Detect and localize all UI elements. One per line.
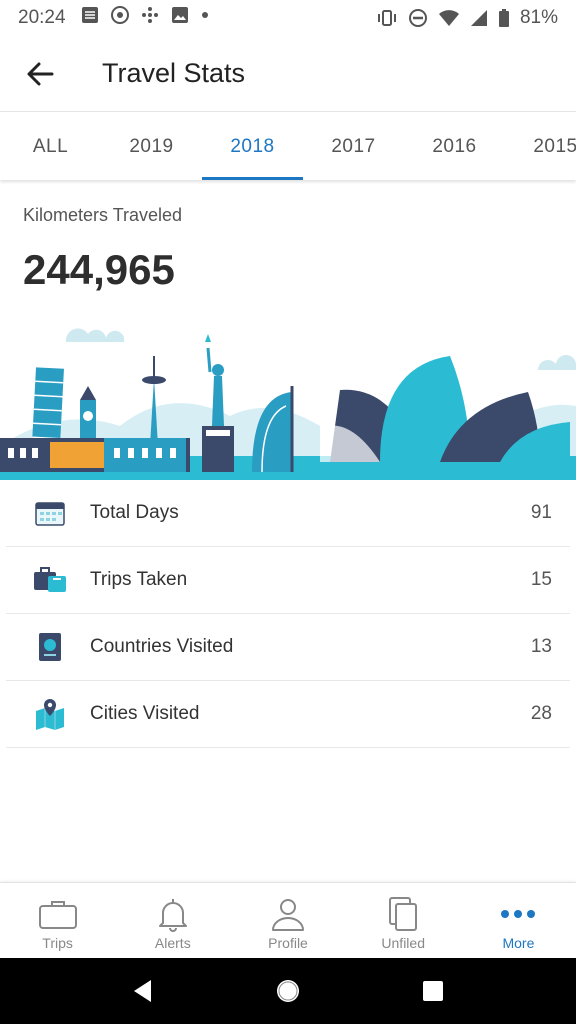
stat-row-trips-taken: Trips Taken 15 xyxy=(6,547,570,614)
tab-2019[interactable]: 2019 xyxy=(101,114,202,180)
bell-icon xyxy=(155,895,191,933)
circle-app-icon xyxy=(110,5,130,31)
system-status-icons: 81% xyxy=(376,7,558,29)
tab-2016[interactable]: 2016 xyxy=(404,114,505,180)
back-button[interactable] xyxy=(0,36,80,112)
circle-home-icon xyxy=(276,980,299,1002)
travel-skyline-illustration xyxy=(0,328,576,480)
wifi-icon xyxy=(438,8,460,28)
nav-item-more[interactable]: More xyxy=(461,883,576,958)
image-notification-icon xyxy=(170,5,190,31)
app-notification-icon xyxy=(80,5,100,31)
more-notifications-dot xyxy=(200,5,210,31)
arrow-left-icon xyxy=(27,62,54,85)
app-bar: Travel Stats xyxy=(0,36,576,112)
nav-label: Alerts xyxy=(154,935,191,951)
tab-2018[interactable]: 2018 xyxy=(202,114,303,180)
tab-2017[interactable]: 2017 xyxy=(303,114,404,180)
battery-percent: 81% xyxy=(519,7,558,28)
tab-2015[interactable]: 2015 xyxy=(505,114,576,180)
luggage-icon xyxy=(6,566,86,594)
nav-label: Trips xyxy=(42,935,73,951)
calendar-icon xyxy=(6,499,86,527)
stat-value: 15 xyxy=(530,569,552,590)
do-not-disturb-icon xyxy=(408,8,428,28)
notification-icons xyxy=(80,5,210,31)
nav-item-trips[interactable]: Trips xyxy=(0,883,115,958)
documents-icon xyxy=(386,895,420,933)
person-icon xyxy=(270,895,306,933)
stat-value: 28 xyxy=(530,703,552,724)
system-navigation-bar xyxy=(0,958,576,1024)
nav-item-unfiled[interactable]: Unfiled xyxy=(346,883,461,958)
dots-app-icon xyxy=(140,5,160,31)
stat-label: Total Days xyxy=(90,502,179,523)
system-home-button[interactable] xyxy=(258,961,318,1021)
nav-label: More xyxy=(502,935,535,951)
more-dots-icon xyxy=(500,895,536,933)
map-pin-icon xyxy=(6,697,86,731)
status-bar: 20:24 81% xyxy=(0,0,576,36)
status-time: 20:24 xyxy=(18,7,66,28)
briefcase-icon xyxy=(38,895,78,933)
battery-icon xyxy=(498,8,510,28)
kilometers-value: 244,965 xyxy=(23,246,175,293)
stat-label: Countries Visited xyxy=(90,636,234,657)
stat-label: Trips Taken xyxy=(90,569,188,590)
stat-row-countries-visited: Countries Visited 13 xyxy=(6,614,570,681)
nav-label: Profile xyxy=(268,935,308,951)
system-back-button[interactable] xyxy=(113,961,173,1021)
year-tabs: ALL 2019 2018 2017 2016 2015 xyxy=(0,114,576,180)
stat-row-total-days: Total Days 91 xyxy=(6,480,570,547)
passport-icon xyxy=(6,631,86,663)
stat-value: 91 xyxy=(530,502,552,523)
nav-item-alerts[interactable]: Alerts xyxy=(115,883,230,958)
nav-item-profile[interactable]: Profile xyxy=(230,883,345,958)
stat-value: 13 xyxy=(530,636,552,657)
kilometers-label: Kilometers Traveled xyxy=(23,205,183,225)
stat-label: Cities Visited xyxy=(90,703,200,724)
signal-icon xyxy=(470,8,488,28)
bottom-navigation: Trips Alerts Profile Unfiled More xyxy=(0,882,576,958)
stats-list: Total Days 91 Trips Taken 15 Countries V… xyxy=(0,480,576,748)
system-recents-button[interactable] xyxy=(403,961,463,1021)
vibrate-icon xyxy=(376,8,398,28)
triangle-back-icon xyxy=(133,980,151,1002)
tab-all[interactable]: ALL xyxy=(0,114,101,180)
nav-label: Unfiled xyxy=(381,935,425,951)
square-recents-icon xyxy=(423,981,444,1001)
page-title: Travel Stats xyxy=(102,58,246,88)
stat-row-cities-visited: Cities Visited 28 xyxy=(6,681,570,748)
